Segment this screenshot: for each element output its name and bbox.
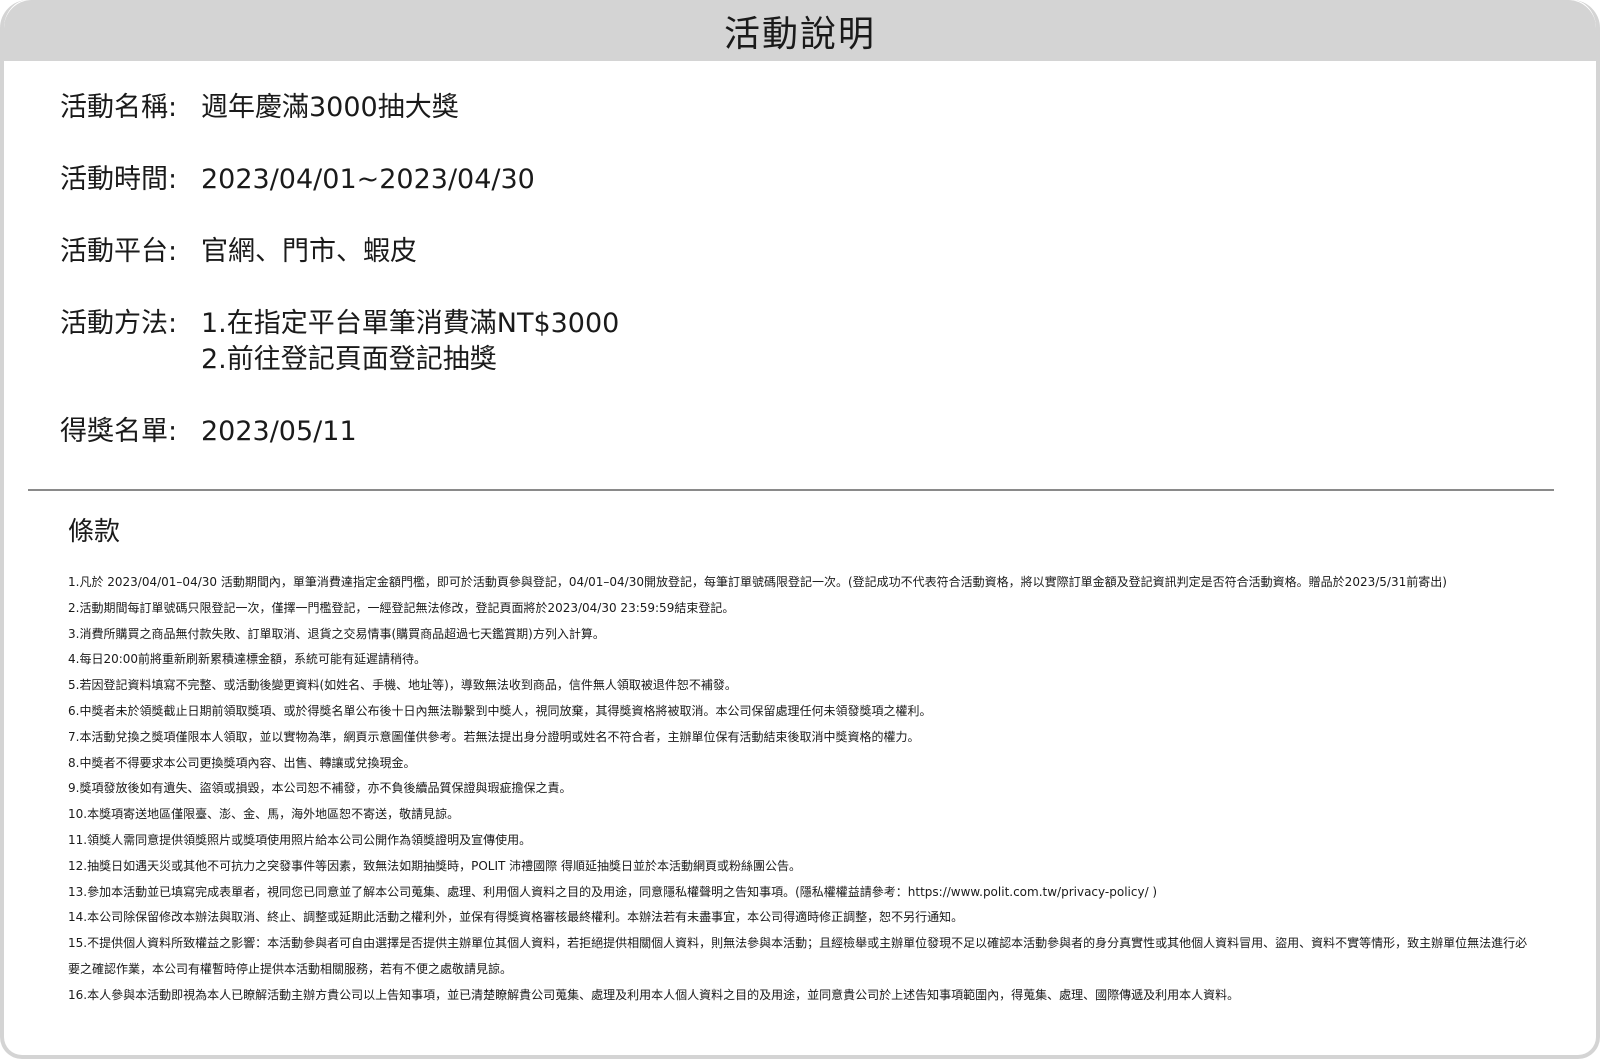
info-values: 2023/04/01~2023/04/30: [201, 162, 535, 198]
term-item: 8.中獎者不得要求本公司更換獎項內容、出售、轉讓或兌換現金。: [68, 755, 416, 770]
info-row-name: 活動名稱: 週年慶滿3000抽大獎: [60, 90, 1556, 126]
term-item: 10.本獎項寄送地區僅限臺、澎、金、馬，海外地區恕不寄送，敬請見諒。: [68, 807, 460, 822]
term-item: 7.本活動兌換之獎項僅限本人領取，並以實物為準，網頁示意圖僅供參考。若無法提出身…: [68, 729, 920, 744]
terms-title: 條款: [68, 517, 121, 547]
info-values: 1.在指定平台單筆消費滿NT$3000 2.前往登記頁面登記抽獎: [201, 306, 619, 378]
info-row-platform: 活動平台: 官網、門市、蝦皮: [60, 234, 1556, 270]
activity-info: 活動名稱: 週年慶滿3000抽大獎 活動時間: 2023/04/01~2023/…: [60, 90, 1556, 486]
info-values: 週年慶滿3000抽大獎: [201, 90, 459, 126]
term-item: 5.若因登記資料填寫不完整、或活動後變更資料(如姓名、手機、地址等)，導致無法收…: [68, 678, 737, 693]
term-item: 4.每日20:00前將重新刷新累積達標金額，系統可能有延遲請稍待。: [68, 652, 427, 667]
term-item: 12.抽獎日如遇天災或其他不可抗力之突發事件等因素，致無法如期抽獎時，POLIT…: [68, 858, 801, 873]
info-value: 官網、門市、蝦皮: [201, 236, 417, 267]
info-value: 2.前往登記頁面登記抽獎: [201, 344, 497, 375]
info-values: 2023/05/11: [201, 414, 357, 450]
info-label: 活動時間:: [60, 164, 178, 195]
term-item: 2.活動期間每訂單號碼只限登記一次，僅擇一門檻登記，一經登記無法修改，登記頁面將…: [68, 600, 735, 615]
info-row-time: 活動時間: 2023/04/01~2023/04/30: [60, 162, 1556, 198]
info-label: 活動名稱:: [60, 92, 178, 123]
term-item: 16.本人參與本活動即視為本人已瞭解活動主辦方貴公司以上告知事項，並已清楚瞭解貴…: [68, 987, 1240, 1002]
activity-card: 活動說明 活動名稱: 週年慶滿3000抽大獎 活動時間: 2023/04/01~…: [0, 0, 1600, 1059]
page-title: 活動說明: [723, 13, 876, 55]
term-item: 15.不提供個人資料所致權益之影響：本活動參與者可自由選擇是否提供主辦單位其個人…: [68, 936, 1528, 976]
info-value: 2023/05/11: [201, 416, 357, 447]
info-values: 官網、門市、蝦皮: [201, 234, 417, 270]
info-value: 1.在指定平台單筆消費滿NT$3000: [201, 308, 620, 339]
term-item: 9.獎項發放後如有遺失、盜領或損毀，本公司恕不補發，亦不負後續品質保證與瑕疵擔保…: [68, 781, 572, 796]
info-value: 週年慶滿3000抽大獎: [201, 92, 459, 123]
term-item: 13.參加本活動並已填寫完成表單者，視同您已同意並了解本公司蒐集、處理、利用個人…: [68, 884, 1158, 899]
terms-section: 條款 1.凡於 2023/04/01–04/30 活動期間內，單筆消費達指定金額…: [68, 512, 1528, 1009]
card-header: 活動說明: [4, 0, 1596, 61]
info-label: 活動平台:: [60, 236, 178, 267]
info-label: 得獎名單:: [60, 416, 178, 447]
info-value: 2023/04/01~2023/04/30: [201, 164, 535, 195]
terms-list: 1.凡於 2023/04/01–04/30 活動期間內，單筆消費達指定金額門檻，…: [68, 570, 1528, 1009]
term-item: 14.本公司除保留修改本辦法與取消、終止、調整或延期此活動之權利外，並保有得獎資…: [68, 910, 964, 925]
term-item: 1.凡於 2023/04/01–04/30 活動期間內，單筆消費達指定金額門檻，…: [68, 575, 1447, 589]
term-item: 11.領獎人需同意提供領獎照片或獎項使用照片給本公司公開作為領獎證明及宣傳使用。: [68, 832, 532, 847]
info-row-method: 活動方法: 1.在指定平台單筆消費滿NT$3000 2.前往登記頁面登記抽獎: [60, 306, 1556, 378]
term-item: 3.消費所購買之商品無付款失敗、訂單取消、退貨之交易情事(購買商品超過七天鑑賞期…: [68, 626, 605, 641]
info-label: 活動方法:: [60, 308, 178, 339]
section-divider: [28, 489, 1554, 491]
term-item: 6.中獎者未於領獎截止日期前領取獎項、或於得獎名單公布後十日內無法聯繫到中獎人，…: [68, 703, 932, 718]
info-row-winners: 得獎名單: 2023/05/11: [60, 414, 1556, 450]
